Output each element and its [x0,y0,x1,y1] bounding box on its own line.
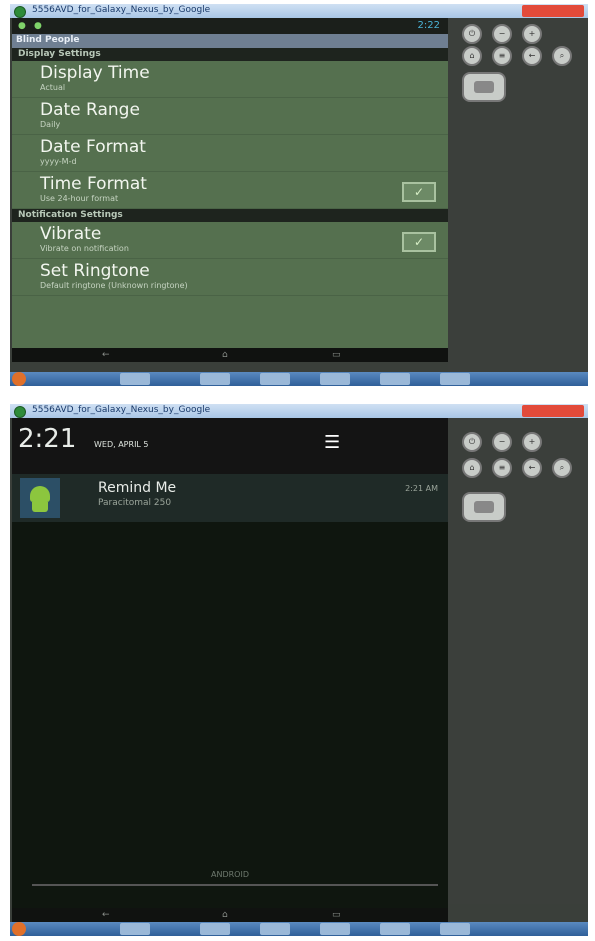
pref-title: Vibrate [40,224,102,244]
notification-item[interactable]: Remind Me Paracitomal 250 2:21 AM [12,474,448,522]
pref-title: Date Format [40,137,146,157]
carrier-label: ANDROID [211,870,249,879]
taskbar-app-button[interactable] [380,373,410,385]
search-button[interactable]: ⌕ [552,46,572,66]
volume-up-button[interactable]: + [522,24,542,44]
pref-summary: Default ringtone (Unknown ringtone) [40,281,188,290]
taskbar-app-button[interactable] [380,923,410,935]
taskbar-app-button[interactable] [200,373,230,385]
app-title: Blind People [16,35,80,45]
menu-button[interactable]: ≡ [492,46,512,66]
nav-bar: ← ⌂ ▭ [12,348,448,362]
home-icon[interactable]: ⌂ [222,910,228,920]
status-bar: ● ● 2:22 [12,18,448,34]
pref-summary: Daily [40,120,61,129]
nav-bar: ← ⌂ ▭ [12,908,448,922]
pref-title: Display Time [40,63,150,83]
time-format-checkbox[interactable]: ✓ [402,182,436,202]
quick-settings-icon[interactable]: ☰ [324,434,348,452]
pref-title: Date Range [40,100,140,120]
emulator-window-settings: 5556AVD_for_Galaxy_Nexus_by_Google ● ● 2… [10,4,588,386]
taskbar-app-button[interactable] [440,373,470,385]
back-button[interactable]: ← [522,458,542,478]
emulator-controls-panel: ⏻ − + ⌂ ≡ ← ⌕ [448,418,588,904]
volume-down-button[interactable]: − [492,432,512,452]
power-button[interactable]: ⏻ [462,432,482,452]
notification-title: Remind Me [98,480,177,496]
android-app-icon [20,478,60,518]
category-label: Notification Settings [18,210,123,220]
category-notification-settings: Notification Settings [12,209,448,222]
pref-time-format[interactable]: Time Format Use 24-hour format ✓ [12,172,448,209]
android-status-icon: ● [18,21,26,31]
emulator-icon [14,6,26,18]
category-label: Display Settings [18,49,101,59]
device-screen: ● ● 2:22 Blind People Display Settings D… [12,18,448,362]
app-title-bar: Blind People [12,34,448,48]
category-display-settings: Display Settings [12,48,448,61]
taskbar-app-button[interactable] [260,373,290,385]
back-icon[interactable]: ← [102,910,110,920]
emulator-icon [14,406,26,418]
pref-summary: Use 24-hour format [40,194,119,203]
taskbar-app-button[interactable] [120,373,150,385]
start-button[interactable] [12,922,26,936]
menu-button[interactable]: ≡ [492,458,512,478]
recents-icon[interactable]: ▭ [332,910,341,920]
pref-set-ringtone[interactable]: Set Ringtone Default ringtone (Unknown r… [12,259,448,296]
volume-up-button[interactable]: + [522,432,542,452]
pref-title: Time Format [40,174,147,194]
pref-summary: yyyy-M-d [40,157,77,166]
back-icon[interactable]: ← [102,350,110,360]
taskbar-app-button[interactable] [440,923,470,935]
pref-title: Set Ringtone [40,261,150,281]
pref-display-time[interactable]: Display Time Actual [12,61,448,98]
power-button[interactable]: ⏻ [462,24,482,44]
start-button[interactable] [12,372,26,386]
vibrate-checkbox[interactable]: ✓ [402,232,436,252]
status-clock: 2:22 [417,20,440,31]
emulator-controls-panel: ⏻ − + ⌂ ≡ ← ⌕ [448,18,588,372]
dpad-control[interactable] [462,72,506,102]
pref-date-format[interactable]: Date Format yyyy-M-d [12,135,448,172]
recents-icon[interactable]: ▭ [332,350,341,360]
notification-header: 2:21 WED, APRIL 5 ☰ [12,418,448,474]
search-button[interactable]: ⌕ [552,458,572,478]
notification-text: Paracitomal 250 [98,498,172,508]
android-head-shape [30,486,50,502]
taskbar-app-button[interactable] [320,373,350,385]
window-controls[interactable] [522,405,584,417]
taskbar-app-button[interactable] [320,923,350,935]
shade-drag-handle[interactable] [32,884,438,886]
back-button[interactable]: ← [522,46,542,66]
home-button[interactable]: ⌂ [462,46,482,66]
shade-clock: 2:21 [18,424,77,454]
pref-date-range[interactable]: Date Range Daily [12,98,448,135]
android-status-icon: ● [34,21,42,31]
window-title: 5556AVD_for_Galaxy_Nexus_by_Google [32,405,211,415]
home-button[interactable]: ⌂ [462,458,482,478]
window-controls[interactable] [522,5,584,17]
check-icon: ✓ [413,235,425,249]
window-title: 5556AVD_for_Galaxy_Nexus_by_Google [32,5,211,15]
taskbar-app-button[interactable] [200,923,230,935]
windows-taskbar [10,922,588,936]
windows-taskbar [10,372,588,386]
android-body-shape [32,502,48,512]
pref-summary: Vibrate on notification [40,244,129,253]
check-icon: ✓ [413,185,425,199]
window-titlebar: 5556AVD_for_Galaxy_Nexus_by_Google [10,404,588,418]
shade-date: WED, APRIL 5 [94,440,149,449]
dpad-control[interactable] [462,492,506,522]
home-icon[interactable]: ⌂ [222,350,228,360]
volume-down-button[interactable]: − [492,24,512,44]
notification-time: 2:21 AM [405,484,438,493]
taskbar-app-button[interactable] [260,923,290,935]
pref-summary: Actual [40,83,66,92]
taskbar-app-button[interactable] [120,923,150,935]
window-titlebar: 5556AVD_for_Galaxy_Nexus_by_Google [10,4,588,18]
device-screen: 2:21 WED, APRIL 5 ☰ Remind Me Paracitoma… [12,418,448,922]
pref-vibrate[interactable]: Vibrate Vibrate on notification ✓ [12,222,448,259]
emulator-window-notification: 5556AVD_for_Galaxy_Nexus_by_Google 2:21 … [10,404,588,936]
